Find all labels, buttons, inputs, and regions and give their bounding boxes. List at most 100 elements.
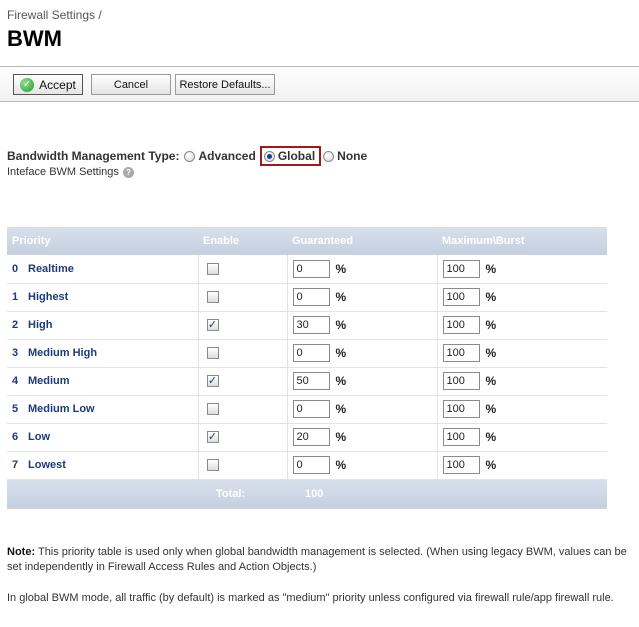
- guaranteed-pct: %: [335, 374, 347, 388]
- enable-cell: [198, 339, 288, 368]
- guaranteed-pct: %: [335, 261, 347, 276]
- guaranteed-input[interactable]: 0: [292, 344, 330, 362]
- radio-global[interactable]: Global: [259, 146, 322, 166]
- radio-none-circle[interactable]: [323, 150, 335, 162]
- guaranteed-input[interactable]: 0: [292, 288, 330, 306]
- guaranteed-input[interactable]: 0: [292, 400, 330, 418]
- priority-name: Lowest: [28, 459, 66, 471]
- radio-advanced-label: Advanced: [198, 149, 256, 163]
- maximum-input[interactable]: 100: [442, 316, 480, 334]
- guaranteed-pct: %: [335, 346, 347, 360]
- guaranteed-input[interactable]: 0: [292, 456, 330, 474]
- iface-bwm-label: Inteface BWM Settings: [7, 166, 119, 178]
- maximum-input[interactable]: 100: [442, 288, 480, 306]
- priority-cell: 0 Realtime: [7, 255, 199, 284]
- guaranteed-input[interactable]: 50: [292, 372, 330, 390]
- guaranteed-input[interactable]: 0: [292, 259, 330, 278]
- total-label: Total:: [198, 479, 287, 509]
- guaranteed-cell: 20%: [287, 423, 438, 452]
- enable-checkbox[interactable]: ✓: [206, 375, 219, 387]
- guaranteed-input[interactable]: 20: [292, 428, 330, 446]
- global-bwm-note: In global BWM mode, all traffic (by defa…: [7, 592, 614, 604]
- check-circle-icon: ✓: [20, 77, 35, 92]
- guaranteed-cell: 0%: [287, 339, 438, 368]
- radio-none-label: None: [337, 149, 368, 163]
- maximum-input[interactable]: 100: [442, 372, 480, 390]
- page-title: BWM: [7, 26, 62, 51]
- table-row: 3 Medium High 0% 100%: [7, 339, 607, 368]
- maximum-input[interactable]: 100: [442, 400, 480, 418]
- priority-number: 1: [12, 291, 19, 303]
- radio-global-label: Global: [277, 149, 316, 163]
- maximum-input[interactable]: 100: [442, 344, 480, 362]
- enable-cell: [198, 395, 288, 424]
- priority-name: Low: [28, 431, 50, 443]
- priority-cell: 5 Medium Low: [7, 395, 199, 424]
- table-row: 7 Lowest 0% 100%: [7, 451, 607, 480]
- enable-checkbox[interactable]: [206, 459, 219, 471]
- guaranteed-pct: %: [335, 290, 347, 304]
- guaranteed-cell: 0%: [287, 283, 438, 312]
- note-text: This priority table is used only when gl…: [7, 546, 627, 573]
- maximum-input[interactable]: 100: [442, 428, 480, 446]
- total-spacer: [7, 479, 198, 509]
- priority-table: Priority Enable Guaranteed Maximum\Burst…: [7, 227, 607, 509]
- maximum-cell: 100%: [437, 395, 607, 424]
- maximum-pct: %: [485, 261, 497, 276]
- bwm-type-row: Bandwidth Management Type: Advanced Glob…: [7, 146, 371, 166]
- cancel-button[interactable]: Cancel: [91, 74, 171, 95]
- maximum-pct: %: [485, 402, 497, 416]
- header-guaranteed: Guaranteed: [287, 227, 437, 255]
- note-bold: Note:: [7, 546, 36, 558]
- table-row: 0 Realtime 0% 100%: [7, 255, 607, 284]
- enable-checkbox[interactable]: [206, 403, 219, 415]
- priority-number: 2: [12, 319, 19, 331]
- enable-cell: ✓: [198, 311, 288, 340]
- enable-cell: [198, 451, 288, 480]
- maximum-input[interactable]: 100: [442, 456, 480, 474]
- maximum-cell: 100%: [437, 311, 607, 340]
- enable-checkbox[interactable]: [206, 347, 219, 359]
- maximum-cell: 100%: [437, 423, 607, 452]
- priority-name: Highest: [28, 291, 69, 303]
- enable-checkbox[interactable]: [206, 262, 219, 275]
- guaranteed-pct: %: [335, 458, 347, 472]
- guaranteed-cell: 0%: [287, 395, 438, 424]
- maximum-cell: 100%: [437, 255, 607, 284]
- help-icon[interactable]: ?: [122, 166, 134, 178]
- enable-checkbox[interactable]: ✓: [206, 319, 219, 331]
- radio-advanced[interactable]: Advanced: [184, 149, 256, 163]
- enable-cell: ✓: [198, 423, 288, 452]
- maximum-cell: 100%: [437, 339, 607, 368]
- guaranteed-input[interactable]: 30: [292, 316, 330, 334]
- table-row: 2 High ✓ 30% 100%: [7, 311, 607, 340]
- maximum-cell: 100%: [437, 451, 607, 480]
- maximum-pct: %: [485, 374, 497, 388]
- table-row: 4 Medium ✓ 50% 100%: [7, 367, 607, 396]
- header-priority: Priority: [7, 227, 198, 255]
- priority-cell: 2 High: [7, 311, 199, 340]
- maximum-input[interactable]: 100: [442, 259, 480, 278]
- priority-name: High: [28, 319, 53, 331]
- priority-note: Note: This priority table is used only w…: [7, 545, 627, 575]
- radio-none[interactable]: None: [323, 149, 367, 163]
- priority-name: Medium Low: [28, 403, 95, 415]
- radio-advanced-circle[interactable]: [184, 150, 196, 162]
- accept-button[interactable]: ✓ Accept: [13, 74, 83, 95]
- maximum-pct: %: [485, 458, 497, 472]
- enable-checkbox[interactable]: ✓: [206, 431, 219, 443]
- table-row: 1 Highest 0% 100%: [7, 283, 607, 312]
- priority-cell: 1 Highest: [7, 283, 199, 312]
- enable-checkbox[interactable]: [206, 291, 219, 303]
- priority-number: 3: [12, 347, 19, 359]
- guaranteed-cell: 0%: [287, 451, 438, 480]
- breadcrumb[interactable]: Firewall Settings /: [7, 8, 102, 22]
- radio-global-circle[interactable]: [263, 150, 275, 162]
- maximum-pct: %: [485, 346, 497, 360]
- bwm-type-label: Bandwidth Management Type:: [7, 149, 180, 163]
- restore-defaults-button[interactable]: Restore Defaults...: [175, 74, 275, 95]
- priority-cell: 6 Low: [7, 423, 199, 452]
- table-header-row: Priority Enable Guaranteed Maximum\Burst: [7, 227, 607, 255]
- table-row: 6 Low ✓ 20% 100%: [7, 423, 607, 452]
- guaranteed-cell: 30%: [287, 311, 438, 340]
